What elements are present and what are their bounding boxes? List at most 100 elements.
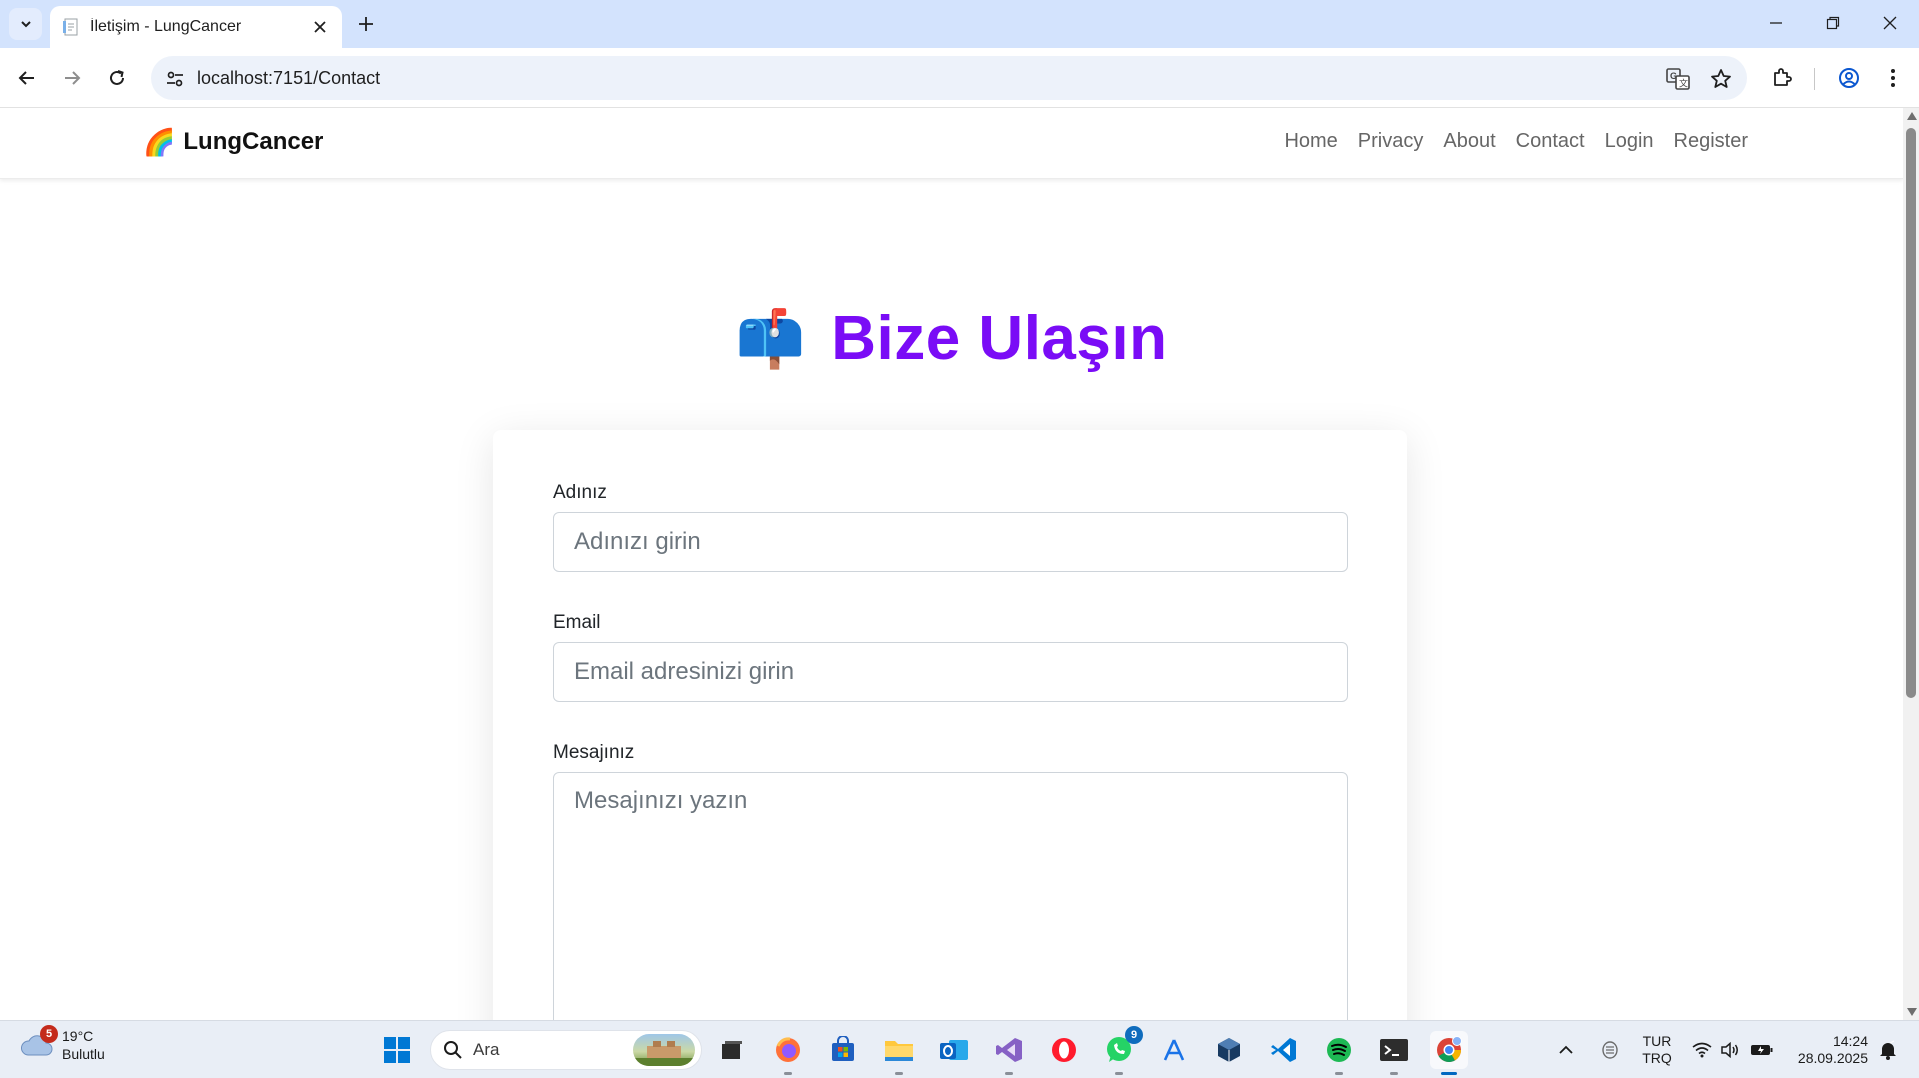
taskbar-terminal[interactable] [1375,1031,1413,1075]
profile-button[interactable] [1834,63,1864,93]
address-bar[interactable]: localhost:7151/Contact G文 [151,56,1747,100]
system-clock[interactable]: 14:24 28.09.2025 [1790,1033,1868,1067]
rainbow-icon: 🌈 [143,127,176,157]
nav-register[interactable]: Register [1674,130,1748,153]
network-button[interactable] [1690,1021,1714,1078]
svg-text:文: 文 [1679,78,1688,89]
extensions-button[interactable] [1767,63,1797,93]
weather-widget[interactable]: 5 19°C Bulutlu [20,1025,105,1063]
page-scrollbar[interactable] [1903,108,1919,1020]
nav-login[interactable]: Login [1605,130,1654,153]
clock-date: 28.09.2025 [1797,1050,1868,1066]
virtualbox-icon [1218,1038,1240,1062]
running-indicator [1005,1072,1013,1075]
scroll-up-arrow-icon[interactable] [1907,112,1917,120]
message-textarea[interactable] [553,772,1348,1020]
search-icon [444,1041,462,1059]
weather-alert-badge: 5 [40,1025,58,1043]
taskbar-spotify[interactable] [1320,1031,1358,1075]
spotify-icon [1327,1038,1351,1062]
taskbar-outlook[interactable] [935,1031,973,1069]
site-navbar: 🌈 LungCancer Home Privacy About Contact … [0,108,1903,179]
keyboard-layout: TRQ [1642,1050,1672,1066]
taskbar-firefox[interactable] [769,1031,807,1075]
email-label: Email [553,612,601,633]
taskbar-app-a[interactable] [1155,1031,1193,1069]
close-window-button[interactable] [1870,8,1910,38]
url-text[interactable]: localhost:7151/Contact [197,68,380,89]
nav-home[interactable]: Home [1284,130,1337,153]
tab-title: İletişim - LungCancer [90,18,242,35]
tray-app-button[interactable] [1596,1021,1624,1078]
taskbar-visual-studio[interactable] [990,1031,1028,1075]
puzzle-icon [1774,68,1792,86]
plus-icon [359,17,373,31]
translate-icon: G文 [1666,68,1690,90]
whatsapp-badge: 9 [1125,1026,1143,1044]
search-highlight-image [633,1034,695,1066]
running-indicator [1390,1072,1398,1075]
letter-a-app-icon [1163,1039,1185,1061]
nav-about[interactable]: About [1443,130,1495,153]
weather-temperature: 19°C [62,1028,94,1044]
reload-button[interactable] [100,61,134,95]
taskbar-chrome[interactable] [1430,1031,1468,1075]
input-language-indicator[interactable]: TUR TRQ [1640,1033,1674,1067]
windows-logo-icon [384,1037,410,1063]
task-view-icon [722,1041,742,1059]
taskbar-search[interactable]: Ara [430,1030,702,1070]
restore-button[interactable] [1813,8,1853,38]
name-input[interactable] [553,512,1348,572]
windows-taskbar: 5 19°C Bulutlu Ara 9 TUR TRQ 14:24 28.09… [0,1020,1919,1078]
taskbar-vscode[interactable] [1265,1031,1303,1069]
forward-button[interactable] [55,61,89,95]
restore-icon [1826,16,1840,30]
sync-tray-icon [1602,1041,1618,1059]
search-label: Ara [473,1040,500,1059]
nav-contact[interactable]: Contact [1516,130,1585,153]
email-input[interactable] [553,642,1348,702]
volume-button[interactable] [1718,1021,1742,1078]
outlook-icon [940,1040,968,1060]
start-button[interactable] [378,1031,416,1069]
notifications-button[interactable] [1874,1021,1902,1078]
new-tab-button[interactable] [352,10,380,38]
taskbar-task-view[interactable] [713,1031,751,1069]
scrollbar-thumb[interactable] [1906,128,1916,698]
star-icon [1711,69,1731,88]
chrome-icon [1437,1036,1462,1063]
battery-button[interactable] [1748,1021,1776,1078]
browser-tab-active[interactable]: İletişim - LungCancer [50,6,342,48]
show-hidden-icons-button[interactable] [1554,1021,1578,1078]
minimize-button[interactable] [1756,8,1796,38]
message-label: Mesajınız [553,742,635,763]
reload-icon [110,70,124,85]
taskbar-microsoft-store[interactable] [824,1031,862,1069]
store-icon [832,1036,854,1061]
scroll-down-arrow-icon[interactable] [1907,1008,1917,1016]
running-indicator [1115,1072,1123,1075]
tab-search-button[interactable] [9,8,42,40]
arrow-right-icon [65,71,81,85]
mailbox-icon: 📫 [735,306,806,370]
taskbar-opera[interactable] [1045,1031,1083,1069]
speaker-icon [1721,1042,1738,1058]
page-title: Bize Ulaşın [831,304,1168,373]
running-indicator [895,1072,903,1075]
translate-button[interactable]: G文 [1665,66,1691,92]
taskbar-whatsapp[interactable]: 9 [1100,1026,1143,1075]
brand-link[interactable]: 🌈 LungCancer [143,128,323,156]
nav-privacy[interactable]: Privacy [1358,130,1424,153]
browser-menu-button[interactable] [1878,63,1908,93]
site-info-button[interactable] [163,67,187,91]
back-button[interactable] [10,61,44,95]
account-icon [1839,68,1859,88]
visual-studio-icon [996,1038,1022,1062]
tab-close-button[interactable] [310,17,330,37]
bookmark-button[interactable] [1708,66,1734,92]
page-viewport: 🌈 LungCancer Home Privacy About Contact … [0,108,1903,1020]
contact-form-card: Adınız Email Mesajınız [493,430,1407,1020]
nav-links: Home Privacy About Contact Login Registe… [1284,130,1748,153]
taskbar-virtualbox[interactable] [1210,1031,1248,1069]
taskbar-file-explorer[interactable] [880,1031,918,1075]
